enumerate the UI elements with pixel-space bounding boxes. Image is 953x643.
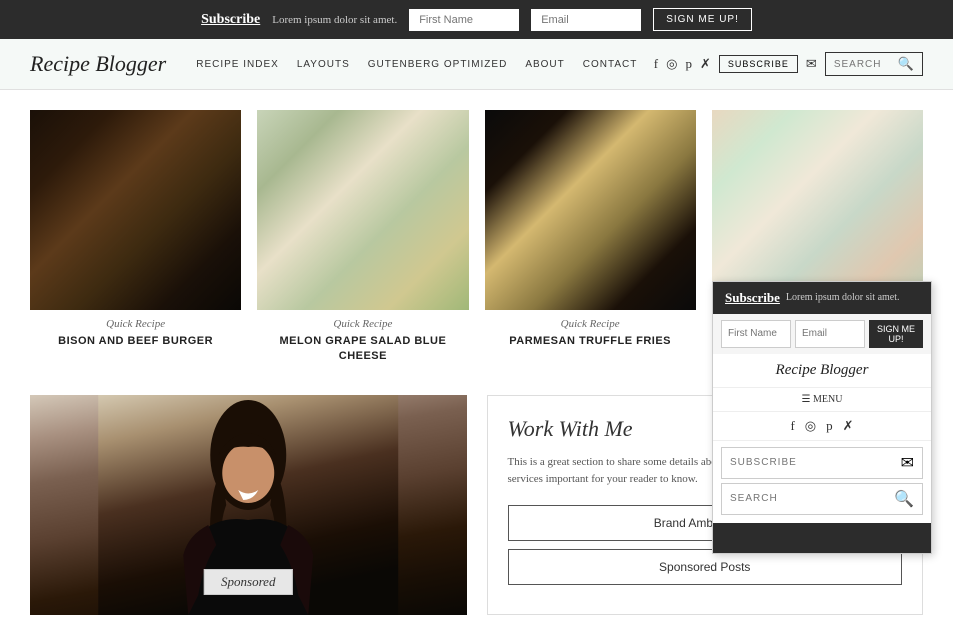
navbar-icons: f ◎ p ✗ SUBSCRIBE ✉ 🔍: [654, 52, 923, 76]
instagram-icon[interactable]: ◎: [666, 56, 677, 72]
bottom-section: Sponsored Work With Me This is a great s…: [30, 395, 923, 615]
popup-header: Subscribe Lorem ipsum dolor sit amet.: [713, 282, 931, 314]
popup-header-title: Subscribe: [725, 290, 780, 306]
popup-search-input[interactable]: [730, 493, 890, 504]
nav-about[interactable]: ABOUT: [525, 59, 564, 70]
popup-social-icons: f ◎ p ✗: [713, 412, 931, 441]
nav-contact[interactable]: CONTACT: [583, 59, 638, 70]
navbar-search-input[interactable]: [834, 59, 894, 70]
popup-email-input[interactable]: [795, 320, 865, 348]
sponsored-badge: Sponsored: [204, 569, 292, 595]
pinterest-icon[interactable]: p: [685, 56, 692, 72]
subscribe-bar-text: Lorem ipsum dolor sit amet.: [272, 14, 397, 26]
popup-form: SIGN ME UP!: [713, 314, 931, 354]
twitter-icon[interactable]: ✗: [700, 56, 711, 72]
popup-submit-button[interactable]: SIGN ME UP!: [869, 320, 923, 348]
popup-subscribe-input[interactable]: [730, 457, 897, 468]
recipe-tag-1: Quick Recipe: [257, 318, 468, 330]
profile-section: Sponsored: [30, 395, 467, 615]
popup-pinterest-icon[interactable]: p: [826, 418, 833, 434]
popup-menu[interactable]: ☰ MENU: [713, 388, 931, 412]
popup-header-text: Lorem ipsum dolor sit amet.: [786, 292, 900, 303]
recipe-tag-0: Quick Recipe: [30, 318, 241, 330]
subscribe-bar-title: Subscribe: [201, 12, 260, 28]
search-icon[interactable]: 🔍: [898, 56, 914, 72]
subscribe-firstname-input[interactable]: [409, 9, 519, 31]
recipe-image-1[interactable]: [257, 110, 468, 310]
navbar: Recipe Blogger RECIPE INDEX LAYOUTS GUTE…: [0, 39, 953, 90]
work-with-me-section: Work With Me This is a great section to …: [487, 395, 924, 615]
popup-search-row[interactable]: 🔍: [721, 483, 923, 515]
popup-twitter-icon[interactable]: ✗: [843, 418, 854, 434]
recipe-image-2[interactable]: [485, 110, 696, 310]
popup-subscribe-row[interactable]: ✉: [721, 447, 923, 479]
navbar-subscribe-button[interactable]: SUBSCRIBE: [719, 55, 798, 73]
nav-recipe-index[interactable]: RECIPE INDEX: [196, 59, 279, 70]
facebook-icon[interactable]: f: [654, 56, 658, 72]
sponsored-posts-button[interactable]: Sponsored Posts: [508, 549, 903, 585]
subscribe-bar: Subscribe Lorem ipsum dolor sit amet. SI…: [0, 0, 953, 39]
main-content: Quick Recipe BISON AND BEEF BURGER Quick…: [0, 90, 953, 635]
popup-search-icon: 🔍: [894, 489, 914, 509]
nav-gutenberg[interactable]: GUTENBERG OPTIMIZED: [368, 59, 508, 70]
recipe-tag-2: Quick Recipe: [485, 318, 696, 330]
subscribe-email-input[interactable]: [531, 9, 641, 31]
navbar-search[interactable]: 🔍: [825, 52, 923, 76]
subscribe-submit-button[interactable]: SIGN ME UP!: [653, 8, 752, 31]
recipe-title-2: PARMESAN TRUFFLE FRIES: [485, 334, 696, 349]
popup-instagram-icon[interactable]: ◎: [805, 418, 816, 434]
recipe-image-0[interactable]: [30, 110, 241, 310]
email-icon[interactable]: ✉: [806, 56, 817, 72]
recipe-card-2: Quick Recipe PARMESAN TRUFFLE FRIES: [485, 110, 696, 365]
navbar-menu: RECIPE INDEX LAYOUTS GUTENBERG OPTIMIZED…: [196, 59, 654, 70]
nav-layouts[interactable]: LAYOUTS: [297, 59, 350, 70]
popup-logo[interactable]: Recipe Blogger: [713, 354, 931, 388]
popup-email-icon: ✉: [901, 453, 914, 473]
recipe-card-1: Quick Recipe MELON GRAPE SALAD BLUE CHEE…: [257, 110, 468, 365]
navbar-logo[interactable]: Recipe Blogger: [30, 51, 166, 77]
popup-facebook-icon[interactable]: f: [790, 418, 794, 434]
popup-dark-footer: [713, 523, 931, 553]
popup-firstname-input[interactable]: [721, 320, 791, 348]
subscribe-popup: Subscribe Lorem ipsum dolor sit amet. SI…: [712, 281, 932, 554]
recipe-card-0: Quick Recipe BISON AND BEEF BURGER: [30, 110, 241, 365]
recipe-title-1: MELON GRAPE SALAD BLUE CHEESE: [257, 334, 468, 365]
recipe-title-0: BISON AND BEEF BURGER: [30, 334, 241, 349]
